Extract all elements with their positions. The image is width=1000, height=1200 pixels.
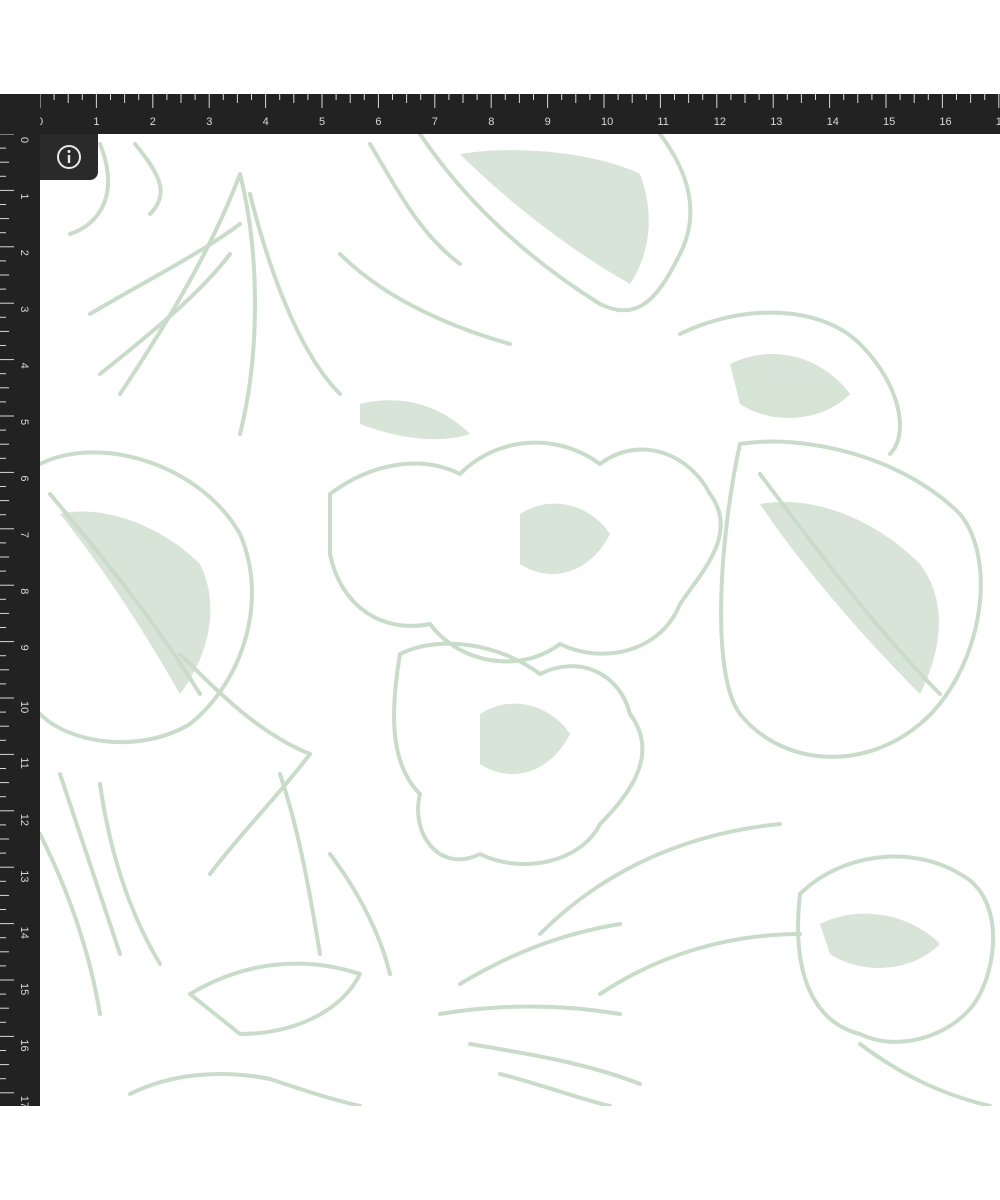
palm-frond (88, 222, 242, 376)
left-ruler-label: 8 (18, 588, 30, 594)
leaf-outline (128, 1072, 362, 1106)
top-ruler-label: 11 (657, 116, 668, 128)
top-ruler: 01234567891011121314151617 (0, 94, 1000, 134)
left-ruler-label: 12 (18, 814, 30, 826)
left-ruler-label: 4 (18, 363, 30, 369)
left-ruler-label: 13 (18, 870, 30, 882)
fabric-viewer: 01234567891011121314151617 0123456789101… (0, 94, 1000, 1106)
flower-fill (480, 703, 570, 774)
top-ruler-label: 9 (545, 116, 551, 128)
left-ruler-label: 0 (18, 137, 30, 143)
top-ruler-label: 16 (939, 116, 951, 128)
leaf-fill (60, 511, 211, 694)
info-button[interactable] (40, 134, 98, 180)
left-ruler-label: 11 (18, 757, 30, 768)
left-ruler-label: 7 (18, 532, 30, 538)
left-ruler-label: 17 (18, 1096, 30, 1106)
palm-frond (278, 772, 392, 976)
botanical-pattern (40, 134, 996, 1106)
left-ruler-label: 9 (18, 645, 30, 651)
palm-frond (538, 822, 782, 936)
left-ruler-label: 16 (18, 1039, 30, 1051)
left-ruler-label: 6 (18, 475, 30, 481)
top-ruler-label: 1 (93, 116, 99, 128)
left-ruler: 0 1 2 3 4 5 6 7 8 9 10 11 12 13 14 15 16 17 (0, 134, 40, 1106)
top-ruler-label: 14 (827, 116, 839, 128)
top-ruler-label: 4 (263, 116, 269, 128)
leaf-outline (858, 1042, 992, 1106)
flower-fill (520, 503, 610, 574)
top-ruler-label: 10 (601, 116, 613, 128)
left-ruler-label: 14 (18, 927, 30, 939)
leaf-outline (178, 652, 312, 876)
left-ruler-label: 1 (18, 193, 30, 199)
top-ruler-graphic: 01234567891011121314151617 (37, 94, 1000, 128)
top-ruler-label: 13 (770, 116, 782, 128)
top-ruler-label: 17 (996, 116, 1000, 128)
top-ruler-label: 7 (432, 116, 438, 128)
left-ruler-graphic: 01234567891011121314151617 (0, 134, 30, 1106)
top-ruler-label: 2 (150, 116, 156, 128)
left-ruler-label: 3 (18, 306, 30, 312)
top-ruler-label: 8 (488, 116, 494, 128)
flower-fill (820, 913, 940, 968)
top-ruler-label: 15 (883, 116, 895, 128)
leaf-fill (730, 354, 850, 418)
top-ruler-label: 6 (375, 116, 381, 128)
leaf-fill (760, 502, 939, 694)
fabric-pattern-image (40, 134, 1000, 1106)
top-ruler-label: 12 (714, 116, 726, 128)
leaf-fill (360, 400, 470, 440)
top-ruler-label: 3 (206, 116, 212, 128)
top-ruler-label: 5 (319, 116, 325, 128)
palm-frond (438, 922, 642, 1106)
palm-frond (598, 932, 802, 996)
leaf-outline (188, 961, 362, 1036)
left-ruler-label: 5 (18, 419, 30, 425)
left-ruler-label: 15 (18, 983, 30, 995)
palm-frond (40, 772, 162, 1016)
left-ruler-label: 10 (18, 701, 30, 713)
info-icon (57, 145, 81, 169)
ruler-corner (0, 94, 40, 134)
left-ruler-label: 2 (18, 250, 30, 256)
